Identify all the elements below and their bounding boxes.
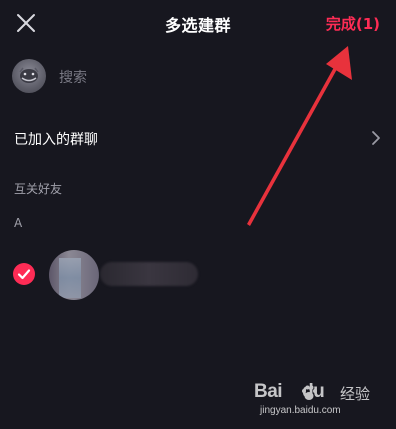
friend-avatar — [49, 250, 99, 300]
watermark-suffix: 经验 — [340, 385, 371, 403]
avatar — [12, 59, 46, 93]
header: 多选建群 完成(1) — [0, 0, 396, 48]
avatar-figure-icon — [19, 67, 39, 83]
section-label-mutual-friends: 互关好友 — [14, 182, 63, 196]
check-icon — [17, 269, 31, 280]
create-group-screen: 多选建群 完成(1) 搜索 已加入的群聊 互关好友 A Bai du 经验 ji… — [0, 0, 396, 429]
baidu-jingyan-watermark: Bai du 经验 jingyan.baidu.com — [254, 381, 384, 421]
avatar-mosaic — [59, 258, 81, 298]
friend-name-blurred — [100, 262, 198, 286]
chevron-right-icon — [372, 131, 380, 145]
watermark-url: jingyan.baidu.com — [260, 405, 341, 416]
search-input[interactable]: 搜索 — [59, 67, 87, 87]
friend-list-item[interactable] — [0, 242, 396, 306]
joined-groups-row[interactable]: 已加入的群聊 — [0, 118, 396, 158]
joined-groups-label: 已加入的群聊 — [14, 132, 98, 148]
paw-icon — [302, 385, 317, 400]
search-bar[interactable]: 搜索 — [0, 56, 396, 100]
index-letter: A — [14, 216, 23, 230]
done-button[interactable]: 完成(1) — [326, 13, 380, 34]
selected-checkbox[interactable] — [13, 263, 35, 285]
